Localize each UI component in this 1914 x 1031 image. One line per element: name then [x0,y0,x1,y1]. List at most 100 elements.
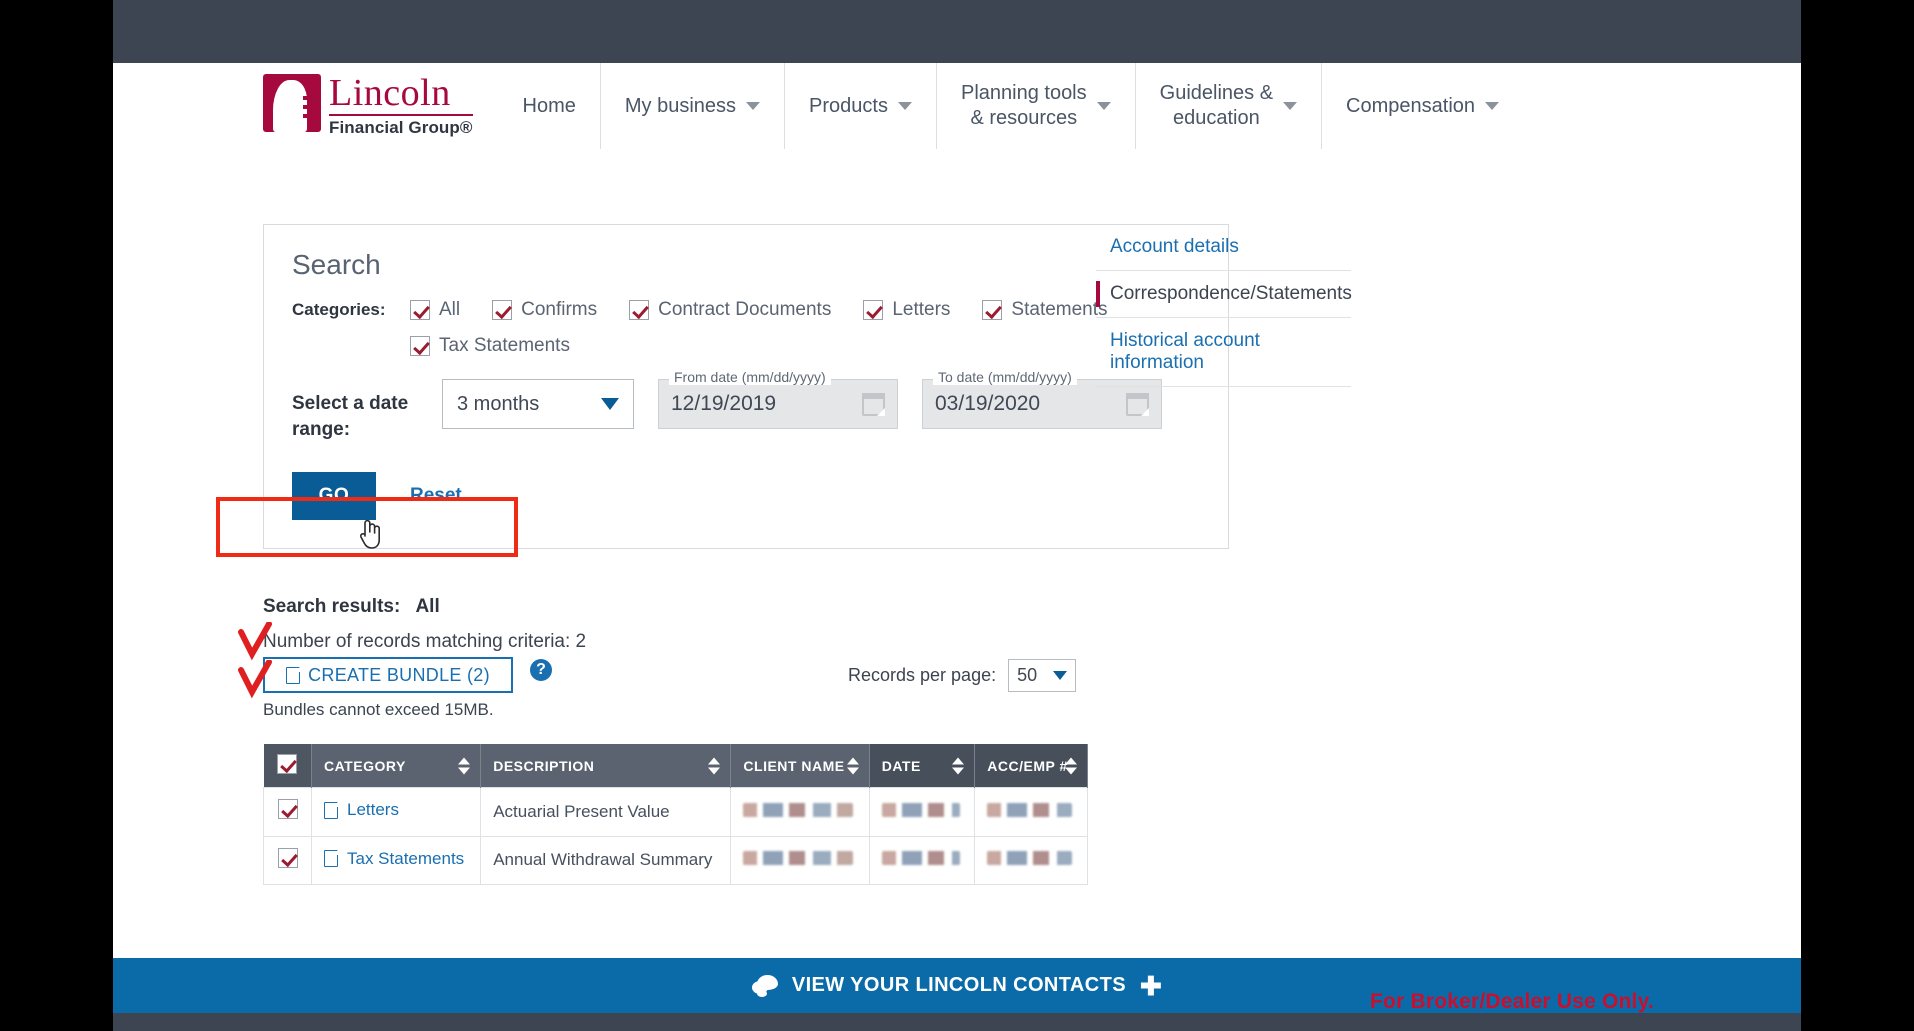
create-bundle-button[interactable]: CREATE BUNDLE (2) [263,657,513,693]
table-row[interactable]: Tax Statements Annual Withdrawal Summary [263,835,1088,885]
from-date-value: 12/19/2019 [671,392,777,415]
search-panel-title: Search [292,249,381,280]
checkbox-all[interactable]: All [410,299,460,321]
row-category-cell[interactable]: Tax Statements [310,835,482,885]
calendar-icon[interactable] [1126,393,1149,416]
column-label: ACC/EMP # [987,757,1068,774]
checkbox-icon[interactable] [982,300,1003,320]
records-per-page-label: Records per page: [848,665,997,685]
create-bundle-label: CREATE BUNDLE (2) [308,664,490,685]
checkbox-icon[interactable] [277,799,298,820]
broker-dealer-disclaimer: For Broker/Dealer Use Only. [1370,990,1654,1013]
chevron-down-icon [601,398,619,410]
column-label: CATEGORY [324,757,406,774]
table-header-row: CATEGORY DESCRIPTION CLIENT NAME DATE AC… [263,744,1088,788]
nav-item-products[interactable]: Products [784,63,936,149]
plus-icon[interactable]: ✚ [1140,973,1162,999]
checkbox-icon[interactable] [410,300,430,320]
secondary-navigation: Account details Correspondence/Statement… [1096,224,1352,387]
row-category-cell[interactable]: Letters [310,787,482,837]
search-results-label: Search results: [263,596,401,617]
table-row[interactable]: Letters Actuarial Present Value [263,787,1088,837]
sort-arrows-icon[interactable] [458,757,471,774]
lincoln-logo[interactable]: Lincoln Financial Group® [263,74,473,138]
page-canvas: Lincoln Financial Group® Home My busines… [113,63,1801,958]
column-header-category[interactable]: CATEGORY [311,744,482,788]
rail-item-historical-account-information[interactable]: Historical account information [1096,318,1351,387]
to-date-label: To date (mm/dd/yyyy) [933,369,1077,385]
table-body: Letters Actuarial Present Value Tax Stat… [263,787,1088,885]
screen-root: Lincoln Financial Group® Home My busines… [0,0,1914,1031]
records-per-page-control: Records per page: 50 [848,659,1077,692]
nav-label: Products [809,94,888,117]
sort-arrows-icon[interactable] [846,757,859,774]
categories-row-1: Categories: All Confirms Contract Docume… [292,299,1200,321]
categories-row-2: Tax Statements [292,335,1200,357]
date-range-label: Select a date range: [292,393,409,440]
nav-item-planning-tools[interactable]: Planning tools & resources [935,63,1135,149]
column-label: DESCRIPTION [493,757,595,774]
row-description-cell: Annual Withdrawal Summary [480,835,732,885]
main-navigation: Home My business Products Planning tools… [499,63,1801,149]
row-select-cell[interactable] [263,835,312,885]
checkbox-icon[interactable] [492,300,513,320]
checkbox-icon[interactable] [629,300,650,320]
pdf-file-icon [324,800,339,819]
records-count-text: Number of records matching criteria: 2 [263,631,587,652]
row-client-name-cell [730,787,870,837]
checkbox-label: Contract Documents [658,299,832,320]
column-header-client-name[interactable]: CLIENT NAME [730,744,870,788]
column-header-acc-emp[interactable]: ACC/EMP # [974,744,1088,788]
nav-item-guidelines-education[interactable]: Guidelines & education [1134,63,1321,149]
nav-label: Home [522,94,576,117]
calendar-icon[interactable] [862,393,885,416]
date-range-select[interactable]: 3 months [442,379,634,429]
checkbox-tax-statements[interactable]: Tax Statements [410,335,570,357]
rail-item-account-details[interactable]: Account details [1096,224,1351,271]
sort-arrows-icon[interactable] [952,757,965,774]
checkbox-label: Statements [1011,299,1108,320]
redacted-value [743,802,854,817]
rail-item-correspondence-statements[interactable]: Correspondence/Statements [1096,271,1352,318]
checkbox-label: Confirms [521,299,598,320]
records-per-page-select[interactable]: 50 [1008,659,1077,692]
chevron-down-icon [897,102,912,110]
row-select-cell[interactable] [263,787,312,837]
nav-item-home[interactable]: Home [499,63,600,149]
checkbox-icon[interactable] [277,754,298,774]
reset-link[interactable]: Reset [410,485,462,507]
column-header-description[interactable]: DESCRIPTION [480,744,732,788]
redacted-value [881,851,960,866]
row-category-link[interactable]: Letters [347,800,399,820]
nav-item-compensation[interactable]: Compensation [1321,63,1523,149]
site-header: Lincoln Financial Group® Home My busines… [113,63,1801,149]
logo-brand: Lincoln [329,74,473,116]
go-button[interactable]: GO [292,472,376,521]
checkbox-letters[interactable]: Letters [863,299,950,321]
nav-item-my-business[interactable]: My business [599,63,784,149]
checkbox-icon[interactable] [863,300,884,320]
sort-arrows-icon[interactable] [708,757,721,774]
checkbox-icon[interactable] [410,336,430,356]
from-date-field[interactable]: From date (mm/dd/yyyy) 12/19/2019 [658,369,898,429]
checkbox-statements[interactable]: Statements [982,299,1108,321]
select-all-header[interactable] [263,744,312,788]
row-category-link[interactable]: Tax Statements [347,849,464,869]
column-header-date[interactable]: DATE [869,744,976,788]
checkbox-confirms[interactable]: Confirms [492,299,597,321]
sort-arrows-icon[interactable] [1065,757,1077,774]
chevron-down-icon [1096,102,1111,110]
row-description-cell: Actuarial Present Value [480,787,732,837]
pdf-file-icon [286,665,301,684]
date-range-row: Select a date range: 3 months From date … [292,369,1200,442]
checkbox-icon[interactable] [277,847,298,868]
contacts-label: VIEW YOUR LINCOLN CONTACTS [791,974,1126,996]
nav-label: My business [624,94,737,117]
browser-top-bar [113,0,1801,63]
row-client-name-cell [730,835,870,885]
checkbox-contract-documents[interactable]: Contract Documents [629,299,831,321]
row-acc-emp-cell [974,835,1088,885]
help-icon[interactable]: ? [530,659,552,681]
logo-wrapper[interactable]: Lincoln Financial Group® [263,63,499,149]
column-label: CLIENT NAME [743,757,845,774]
